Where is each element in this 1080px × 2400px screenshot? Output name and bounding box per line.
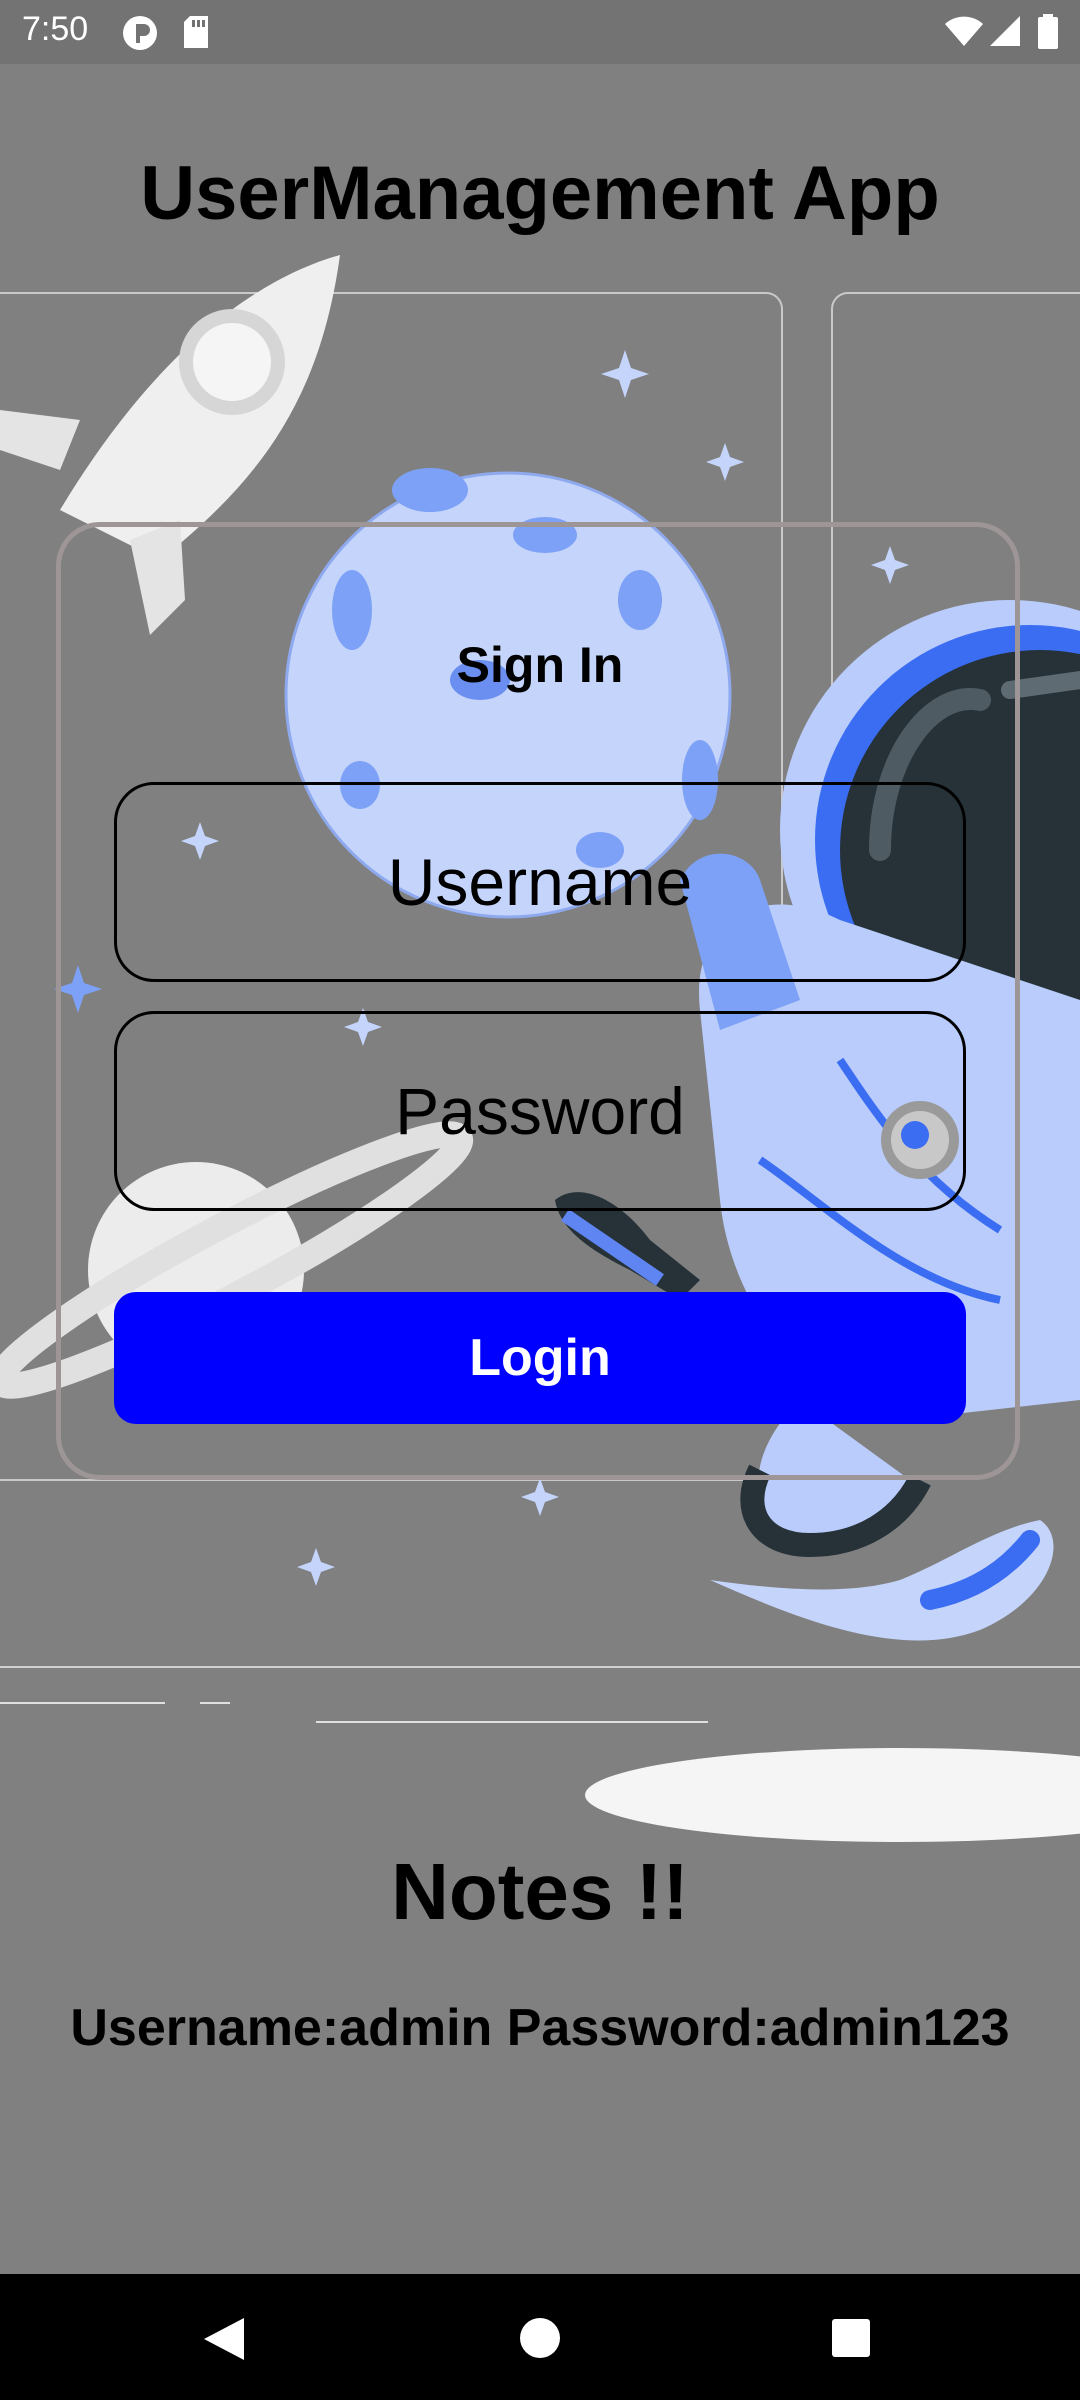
notes-credentials: Username:admin Password:admin123: [70, 1999, 1010, 2057]
password-field[interactable]: [114, 1011, 966, 1211]
recents-icon[interactable]: [830, 2317, 872, 2359]
username-input[interactable]: [117, 784, 963, 980]
notes-title: Notes !!: [391, 1847, 689, 1936]
back-icon[interactable]: [200, 2314, 248, 2364]
home-icon[interactable]: [518, 2316, 562, 2360]
navigation-bar: [0, 2274, 1080, 2400]
login-button[interactable]: Login: [114, 1292, 966, 1424]
username-field[interactable]: [114, 782, 966, 982]
password-input[interactable]: [117, 1013, 963, 1209]
app-title: UserManagement App: [140, 151, 940, 236]
signin-heading: Sign In: [456, 637, 624, 693]
